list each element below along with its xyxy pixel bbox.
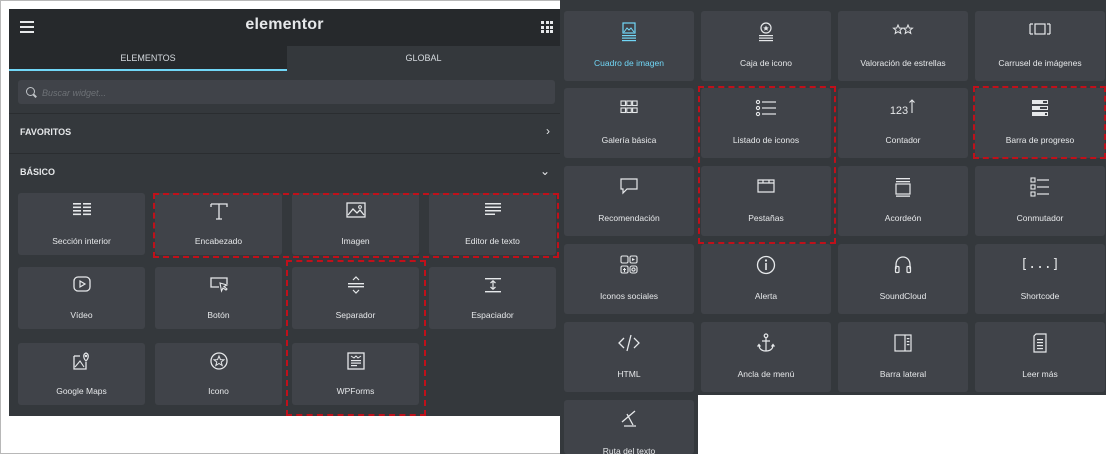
social-icons-icon: [564, 254, 694, 276]
testimonial-icon: [564, 176, 694, 198]
widget-accordion[interactable]: Acordeón: [838, 166, 968, 236]
widget-label: Iconos sociales: [599, 291, 659, 301]
button-icon: [155, 275, 282, 297]
section-label: BÁSICO: [20, 167, 56, 177]
widget-testimonial[interactable]: Recomendación: [564, 166, 694, 236]
carousel-icon: [975, 21, 1105, 43]
panel-header: elementor: [9, 9, 560, 46]
widget-icon-box[interactable]: Caja de icono: [701, 11, 831, 81]
widget-alert[interactable]: Alerta: [701, 244, 831, 314]
html-icon: [564, 332, 694, 354]
widget-shortcode[interactable]: [...] Shortcode: [975, 244, 1105, 314]
tab-elementos[interactable]: ELEMENTOS: [9, 46, 287, 71]
widget-text-path[interactable]: Ruta del texto: [564, 400, 694, 456]
widget-spacer[interactable]: Espaciador: [429, 267, 556, 329]
widget-label: Galería básica: [601, 135, 657, 145]
widget-image-carousel[interactable]: Carrusel de imágenes: [975, 11, 1105, 81]
section-label: FAVORITOS: [20, 127, 72, 137]
widget-toggle[interactable]: Conmutador: [975, 166, 1105, 236]
widget-basic-gallery[interactable]: Galería básica: [564, 88, 694, 158]
search-icon: [26, 87, 35, 96]
widget-star-rating[interactable]: Valoración de estrellas: [838, 11, 968, 81]
icon-box-icon: [701, 21, 831, 43]
star-rating-icon: [838, 21, 968, 43]
highlight-progress-bar: [973, 86, 1106, 159]
widget-label: Valoración de estrellas: [860, 58, 946, 68]
search-bar: [18, 80, 555, 106]
widget-label: Caja de icono: [740, 58, 792, 68]
accordion-icon: [838, 176, 968, 198]
widget-label: Botón: [207, 310, 230, 320]
widget-button[interactable]: Botón: [155, 267, 282, 329]
panel-tabs: ELEMENTOS GLOBAL: [9, 46, 560, 71]
widget-label: Recomendación: [598, 213, 660, 223]
widget-html[interactable]: HTML: [564, 322, 694, 392]
widget-label: Conmutador: [1016, 213, 1064, 223]
widget-label: Sección interior: [52, 236, 111, 246]
columns-icon: [18, 201, 145, 223]
widget-label: Cuadro de imagen: [594, 58, 664, 68]
chevron-right-icon: ›: [546, 124, 550, 138]
widget-counter[interactable]: 123 Contador: [838, 88, 968, 158]
section-basico[interactable]: BÁSICO ⌄: [9, 153, 560, 190]
widget-label: Alerta: [754, 291, 778, 301]
elementor-logo: elementor: [245, 16, 324, 33]
widget-label: Google Maps: [56, 386, 107, 396]
highlight-list-tabs: [698, 86, 836, 244]
search-input[interactable]: [40, 80, 544, 106]
widget-label: Espaciador: [471, 310, 514, 320]
widget-label: Ancla de menú: [737, 369, 795, 379]
text-path-icon: [564, 408, 694, 430]
widget-label: Acordeón: [884, 213, 922, 223]
alert-icon: [701, 254, 831, 276]
widget-social-icons[interactable]: Iconos sociales: [564, 244, 694, 314]
highlight-divider-wpforms: [286, 260, 426, 416]
widget-label: Leer más: [1022, 369, 1058, 379]
widget-label: Carrusel de imágenes: [998, 58, 1082, 68]
counter-icon: 123: [838, 98, 968, 120]
widget-label: Contador: [885, 135, 921, 145]
widget-icon[interactable]: Icono: [155, 343, 282, 405]
widget-label: HTML: [617, 369, 641, 379]
widget-label: Ruta del texto: [602, 446, 656, 456]
widget-soundcloud[interactable]: SoundCloud: [838, 244, 968, 314]
chevron-down-icon: ⌄: [539, 164, 550, 178]
widget-menu-anchor[interactable]: Ancla de menú: [701, 322, 831, 392]
star-circle-icon: [155, 351, 282, 373]
widget-google-maps[interactable]: Google Maps: [18, 343, 145, 405]
widget-video[interactable]: Vídeo: [18, 267, 145, 329]
active-tab-indicator: [9, 69, 287, 71]
counter-glyph: 123: [889, 105, 909, 117]
image-box-icon: [564, 21, 694, 43]
widget-sidebar[interactable]: Barra lateral: [838, 322, 968, 392]
section-favoritos[interactable]: FAVORITOS ›: [9, 113, 560, 150]
soundcloud-icon: [838, 254, 968, 276]
sidebar-icon: [838, 332, 968, 354]
widget-label: Vídeo: [70, 310, 93, 320]
tab-global[interactable]: GLOBAL: [287, 46, 560, 71]
widget-label: Icono: [208, 386, 229, 396]
anchor-icon: [701, 332, 831, 354]
widget-read-more[interactable]: Leer más: [975, 322, 1105, 392]
shortcode-icon: [...]: [1020, 257, 1060, 272]
gallery-icon: [564, 98, 694, 120]
video-icon: [18, 275, 145, 297]
widgets-grid-icon[interactable]: [541, 21, 553, 33]
widget-label: SoundCloud: [879, 291, 927, 301]
widget-inner-section[interactable]: Sección interior: [18, 193, 145, 255]
spacer-icon: [429, 275, 556, 297]
widget-label: Shortcode: [1020, 291, 1060, 301]
highlight-basic-row: [153, 193, 559, 258]
toggle-icon: [975, 176, 1105, 198]
read-more-icon: [975, 332, 1105, 354]
widget-image-box[interactable]: Cuadro de imagen: [564, 11, 694, 81]
map-icon: [18, 351, 145, 373]
widget-label: Barra lateral: [879, 369, 927, 379]
